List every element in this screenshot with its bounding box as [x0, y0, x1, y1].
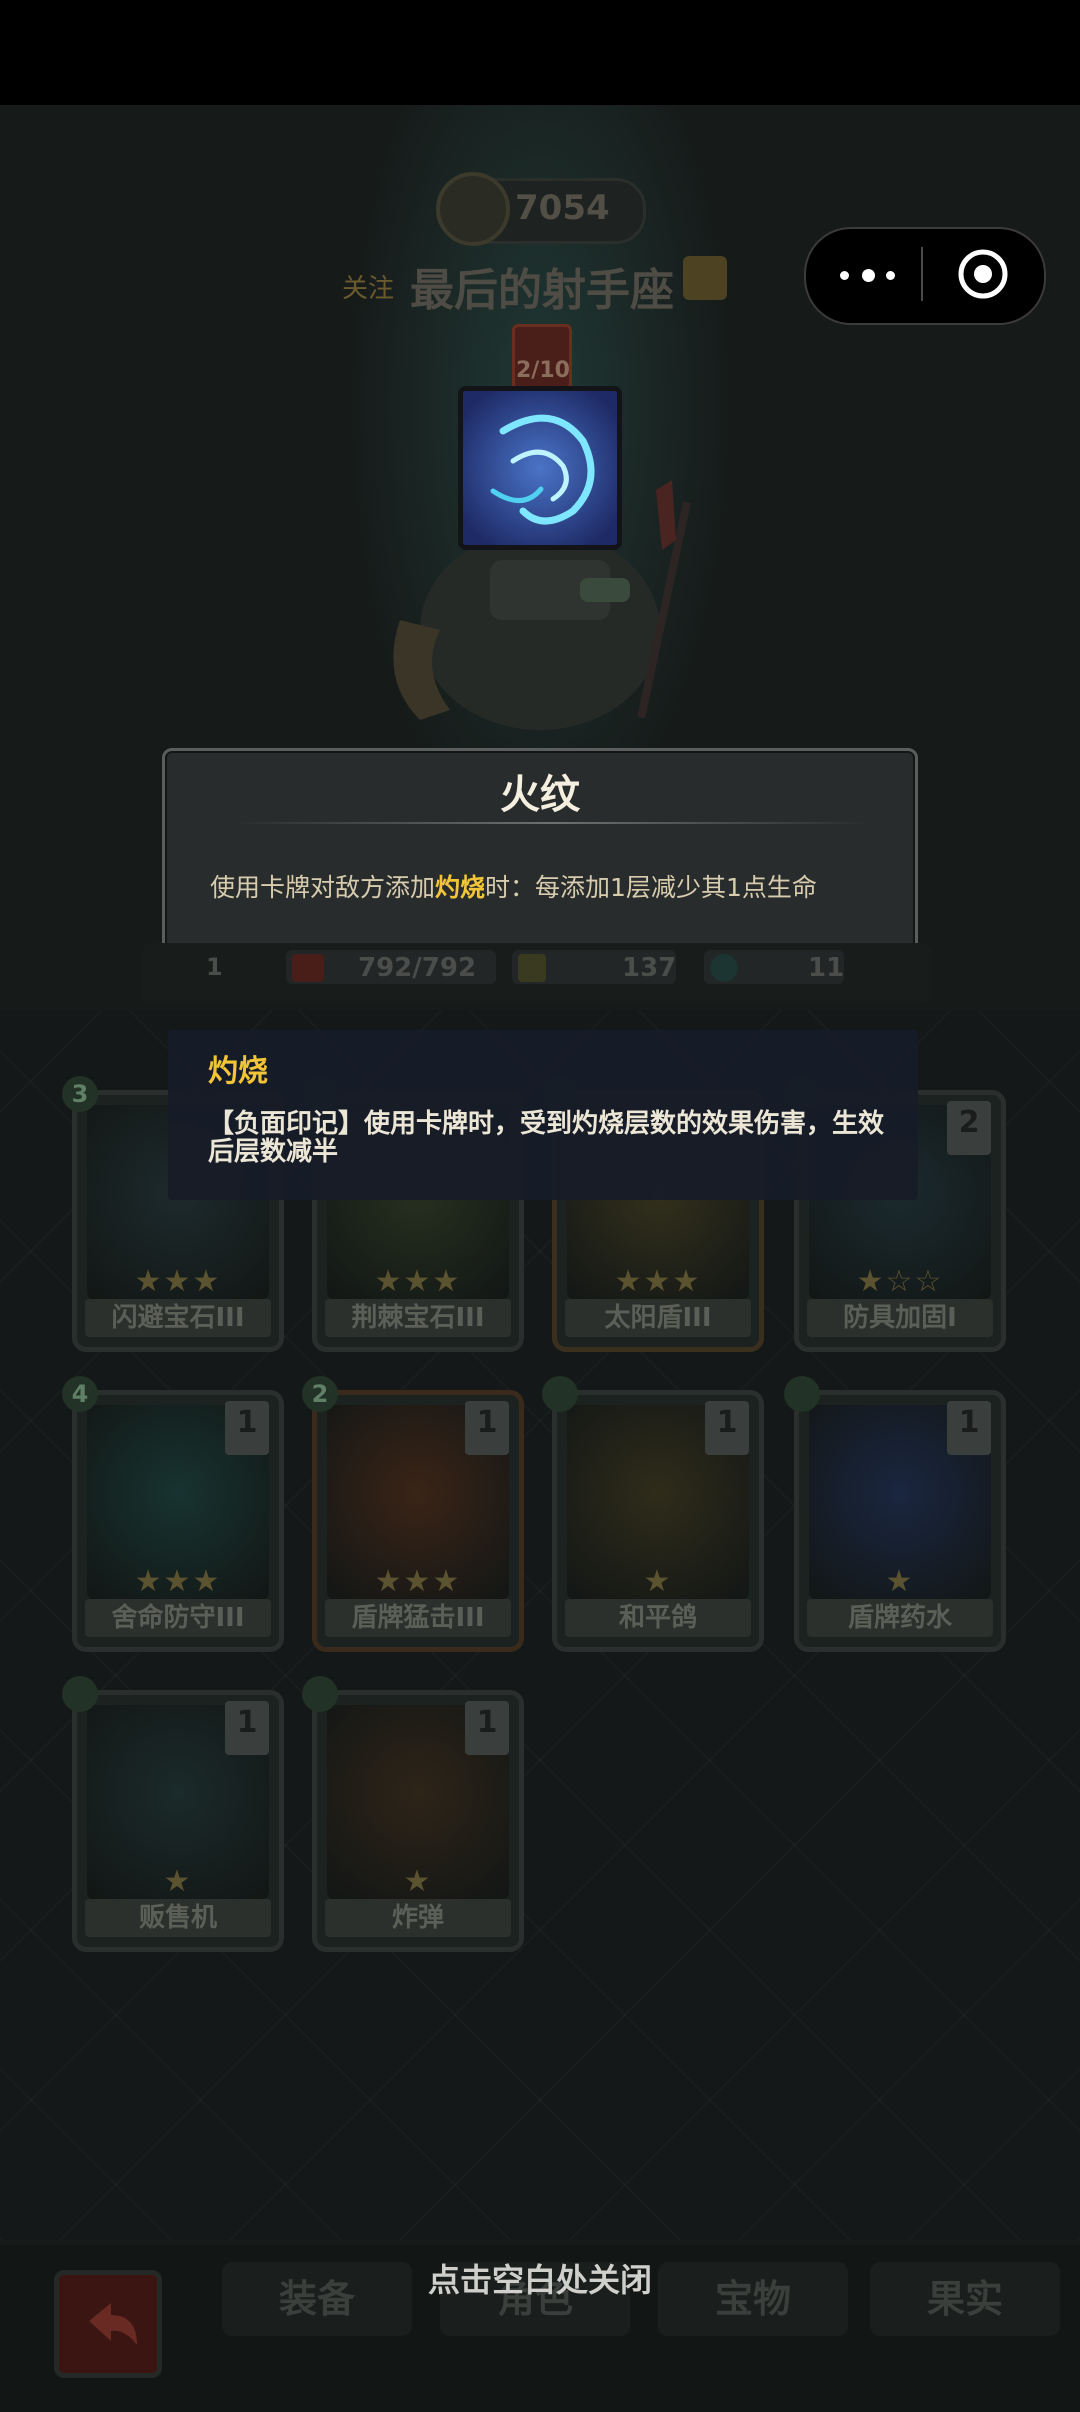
card-stars: ★★★ — [134, 1264, 222, 1299]
skill-tooltip-title: 火纹 — [500, 772, 580, 818]
card-stars: ★ — [163, 1864, 193, 1899]
card-cost: 2 — [302, 1376, 338, 1412]
card-name: 盾牌药水 — [807, 1599, 993, 1637]
card-name: 闪避宝石III — [85, 1299, 271, 1337]
follow-button[interactable]: 关注 — [342, 268, 394, 305]
card-level-badge: 1 — [465, 1701, 509, 1755]
flask-icon — [784, 1376, 820, 1412]
more-dots-icon[interactable] — [834, 252, 924, 296]
skill-tooltip-description: 使用卡牌对敌方添加灼烧时：每添加1层减少其1点生命 — [210, 868, 910, 904]
target-close-icon[interactable] — [957, 248, 1009, 300]
card-name: 舍命防守III — [85, 1599, 271, 1637]
level-value: 1 — [206, 953, 223, 981]
card-name: 盾牌猛击III — [325, 1599, 511, 1637]
gold-icon — [436, 172, 510, 246]
card-name: 炸弹 — [325, 1899, 511, 1937]
gold-value: 7054 — [515, 188, 610, 228]
card-level-badge: 1 — [705, 1401, 749, 1455]
card-level-badge: 1 — [947, 1401, 991, 1455]
close-hint[interactable]: 点击空白处关闭 — [0, 2255, 1080, 2301]
card[interactable]: ★★★ 舍命防守III 1 — [72, 1390, 284, 1652]
card[interactable]: ★ 和平鸽 1 — [552, 1390, 764, 1652]
desc-suffix: 时：每添加1层减少其1点生命 — [485, 873, 817, 902]
shield-icon — [710, 954, 738, 982]
shield-value: 11 — [808, 953, 845, 983]
card-level-badge: 1 — [225, 1401, 269, 1455]
card-level-badge: 1 — [225, 1701, 269, 1755]
card-stars: ★★★ — [134, 1564, 222, 1599]
tooltip-divider — [232, 822, 872, 824]
flask-icon — [542, 1376, 578, 1412]
card[interactable]: ★ 贩售机 1 — [72, 1690, 284, 1952]
flask-icon — [302, 1676, 338, 1712]
card-stars: ★★★ — [374, 1264, 462, 1299]
keyword-tooltip-description: 【负面印记】使用卡牌时，受到灼烧层数的效果伤害，生效后层数减半 — [208, 1109, 885, 1167]
edit-name-icon[interactable] — [683, 256, 727, 300]
sword-icon — [518, 954, 546, 982]
burn-keyword-link[interactable]: 灼烧 — [435, 873, 485, 902]
relic-badge-count: 2/10 — [516, 358, 570, 383]
card-level-badge: 1 — [465, 1401, 509, 1455]
capsule-divider — [921, 247, 923, 301]
card-cost: 4 — [62, 1376, 98, 1412]
keyword-tooltip-title: 灼烧 — [208, 1054, 268, 1089]
desc-prefix: 使用卡牌对敌方添加 — [210, 873, 436, 902]
card[interactable]: ★★★ 盾牌猛击III 1 — [312, 1390, 524, 1652]
fire-pattern-skill-icon — [458, 386, 622, 550]
card[interactable]: ★ 炸弹 1 — [312, 1690, 524, 1952]
card-cost: 3 — [62, 1076, 98, 1112]
card-name: 防具加固I — [807, 1299, 993, 1337]
card-stars: ★★★ — [614, 1264, 702, 1299]
flask-icon — [62, 1676, 98, 1712]
player-name: 最后的射手座 — [410, 265, 674, 316]
card-name: 太阳盾III — [565, 1299, 751, 1337]
card-stars: ★ — [403, 1864, 433, 1899]
card-name: 贩售机 — [85, 1899, 271, 1937]
card-stars: ★ — [885, 1564, 915, 1599]
hp-value: 792/792 — [358, 953, 477, 983]
card-name: 荆棘宝石III — [325, 1299, 511, 1337]
card-name: 和平鸽 — [565, 1599, 751, 1637]
card-stars: ★★★ — [374, 1564, 462, 1599]
card-stars: ★ — [643, 1564, 673, 1599]
card-stars: ★☆☆ — [856, 1264, 944, 1299]
card-level-badge: 2 — [947, 1101, 991, 1155]
heart-icon — [292, 954, 324, 982]
card[interactable]: ★ 盾牌药水 1 — [794, 1390, 1006, 1652]
attack-value: 137 — [622, 953, 677, 983]
